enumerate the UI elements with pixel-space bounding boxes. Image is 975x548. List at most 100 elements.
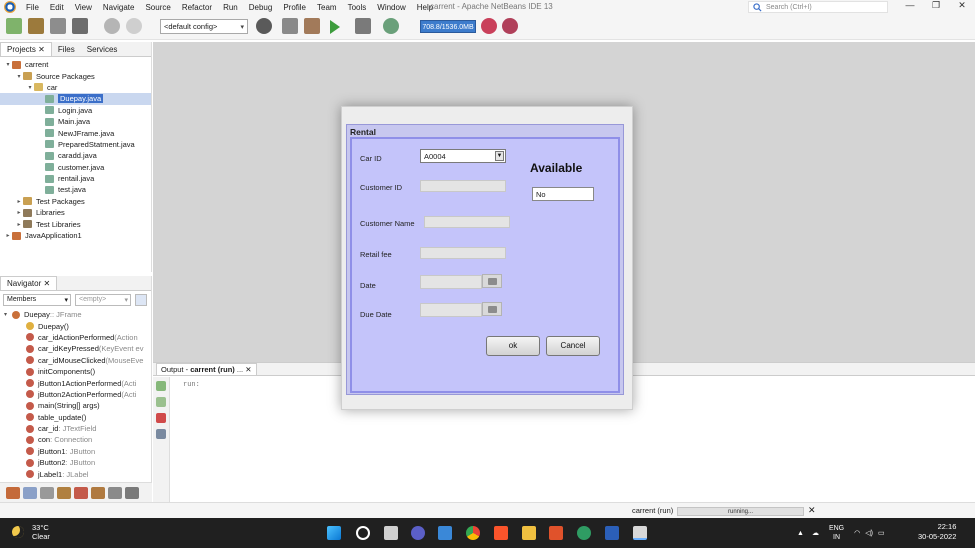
member-item[interactable]: table_update() [0, 412, 151, 423]
undo-icon[interactable] [104, 18, 120, 34]
cancel-button[interactable]: Cancel [546, 336, 600, 356]
tree-item[interactable]: test.java [0, 184, 151, 195]
tab-files[interactable]: Files [52, 43, 81, 56]
globe-icon[interactable] [256, 18, 272, 34]
filter-icon[interactable] [135, 294, 147, 306]
member-item[interactable]: main(String[] args) [0, 400, 151, 411]
filter-nonpublic-icon[interactable] [40, 486, 54, 499]
search-input[interactable]: Search (Ctrl+I) [748, 1, 888, 13]
weather-widget[interactable]: 33°C Clear [12, 523, 50, 541]
tree-item[interactable]: caradd.java [0, 150, 151, 161]
date-field[interactable] [420, 275, 482, 289]
tab-projects[interactable]: Projects ✕ [0, 42, 52, 56]
tree-item[interactable]: PreparedStatment.java [0, 139, 151, 150]
profiler-icon[interactable] [502, 18, 518, 34]
windows-start-icon[interactable] [327, 526, 341, 540]
due-date-picker-button[interactable] [482, 302, 502, 316]
menu-run[interactable]: Run [223, 3, 238, 12]
tree-item[interactable]: ▸ JavaApplication1 [0, 230, 151, 241]
close-icon[interactable]: ✕ [43, 279, 50, 288]
redo-icon[interactable] [126, 18, 142, 34]
build-hammer-icon[interactable] [282, 18, 298, 34]
menu-source[interactable]: Source [145, 3, 170, 12]
chevron-down-icon[interactable]: ▼ [495, 151, 504, 161]
tree-item[interactable]: Login.java [0, 105, 151, 116]
expand-toggle-icon[interactable]: ▸ [15, 221, 23, 228]
gc-icon[interactable] [481, 18, 497, 34]
member-item[interactable]: initComponents() [0, 366, 151, 377]
expand-toggle-icon[interactable]: ▸ [4, 232, 12, 239]
filter-classes-icon[interactable] [91, 486, 105, 499]
member-item[interactable]: jButton1ActionPerformed (Acti [0, 377, 151, 388]
empty-select[interactable]: <empty> ▾ [75, 294, 131, 306]
tree-item[interactable]: ▸ Libraries [0, 207, 151, 218]
word-icon[interactable] [605, 526, 619, 540]
expand-toggle-icon[interactable]: ▸ [15, 209, 23, 216]
clean-build-icon[interactable] [304, 18, 320, 34]
menu-file[interactable]: File [26, 3, 39, 12]
wifi-icon[interactable]: ◠ [854, 529, 860, 537]
chrome-icon[interactable] [466, 526, 480, 540]
store-icon[interactable] [438, 526, 452, 540]
chat-icon[interactable] [411, 526, 425, 540]
filter-static-icon[interactable] [23, 486, 37, 499]
tree-item[interactable]: Main.java [0, 116, 151, 127]
tree-item[interactable]: ▾ carrent [0, 59, 151, 70]
rerun-icon[interactable] [156, 381, 166, 391]
tab-services[interactable]: Services [81, 43, 124, 56]
expand-toggle-icon[interactable]: ▾ [26, 84, 34, 91]
ok-button[interactable]: ok [486, 336, 540, 356]
tree-item[interactable]: NewJFrame.java [0, 127, 151, 138]
tree-item[interactable]: customer.java [0, 162, 151, 173]
member-item[interactable]: jButton2ActionPerformed (Acti [0, 389, 151, 400]
rerun-options-icon[interactable] [156, 397, 166, 407]
available-field[interactable]: No [532, 187, 594, 201]
clock[interactable]: 22:16 30-05-2022 [918, 522, 956, 542]
members-select[interactable]: Members ▾ [3, 294, 71, 306]
tree-item[interactable]: Duepay.java [0, 93, 151, 105]
sort-name-icon[interactable] [108, 486, 122, 499]
maximize-button[interactable]: ❐ [923, 0, 949, 14]
menu-profile[interactable]: Profile [283, 3, 306, 12]
tab-navigator[interactable]: Navigator ✕ [0, 276, 58, 290]
language-indicator[interactable]: ENG IN [829, 524, 844, 542]
save-all-icon[interactable] [72, 18, 88, 34]
customer-id-field[interactable] [420, 180, 506, 192]
menu-tools[interactable]: Tools [348, 3, 367, 12]
member-item[interactable]: con : Connection [0, 434, 151, 445]
close-icon[interactable]: ✕ [38, 45, 45, 54]
file-explorer-icon[interactable] [522, 526, 536, 540]
filter-fields-icon[interactable] [6, 486, 20, 499]
filter-inherited-icon[interactable] [57, 486, 71, 499]
member-item[interactable]: Duepay() [0, 320, 151, 331]
retail-fee-field[interactable] [420, 247, 506, 259]
search-icon[interactable] [356, 526, 370, 540]
run-icon[interactable] [330, 20, 340, 34]
member-item[interactable]: car_idKeyPressed (KeyEvent ev [0, 343, 151, 354]
app-icon[interactable] [549, 526, 563, 540]
memory-indicator[interactable]: 708.8/1536.0MB [420, 20, 476, 33]
debug-icon[interactable] [355, 18, 371, 34]
member-item[interactable]: ▾ Duepay :: JFrame [0, 309, 151, 320]
netbeans-taskbar-icon[interactable] [633, 526, 647, 540]
filter-methods-icon[interactable] [74, 486, 88, 499]
stop-icon[interactable] [156, 413, 166, 423]
cloud-icon[interactable]: ☁ [812, 529, 819, 537]
close-icon[interactable]: ✕ [245, 365, 251, 374]
sort-source-icon[interactable] [125, 486, 139, 499]
chevron-down-icon[interactable]: ▾ [4, 311, 12, 318]
car-id-combo[interactable]: A0004 ▼ [420, 149, 506, 163]
battery-icon[interactable]: ▭ [878, 529, 885, 537]
chevron-up-icon[interactable]: ▲ [797, 530, 804, 537]
member-item[interactable]: jButton1 : JButton [0, 446, 151, 457]
menu-view[interactable]: View [75, 3, 92, 12]
expand-toggle-icon[interactable]: ▾ [4, 61, 12, 68]
member-item[interactable]: car_idActionPerformed (Action [0, 332, 151, 343]
member-item[interactable]: car_id : JTextField [0, 423, 151, 434]
tab-output[interactable]: Output - carrent (run) ... ✕ [156, 363, 257, 375]
settings-icon[interactable] [156, 429, 166, 439]
minimize-button[interactable]: — [897, 0, 923, 14]
tree-item[interactable]: ▾ Source Packages [0, 70, 151, 81]
menu-edit[interactable]: Edit [50, 3, 64, 12]
config-select[interactable]: <default config> ▾ [160, 19, 248, 34]
